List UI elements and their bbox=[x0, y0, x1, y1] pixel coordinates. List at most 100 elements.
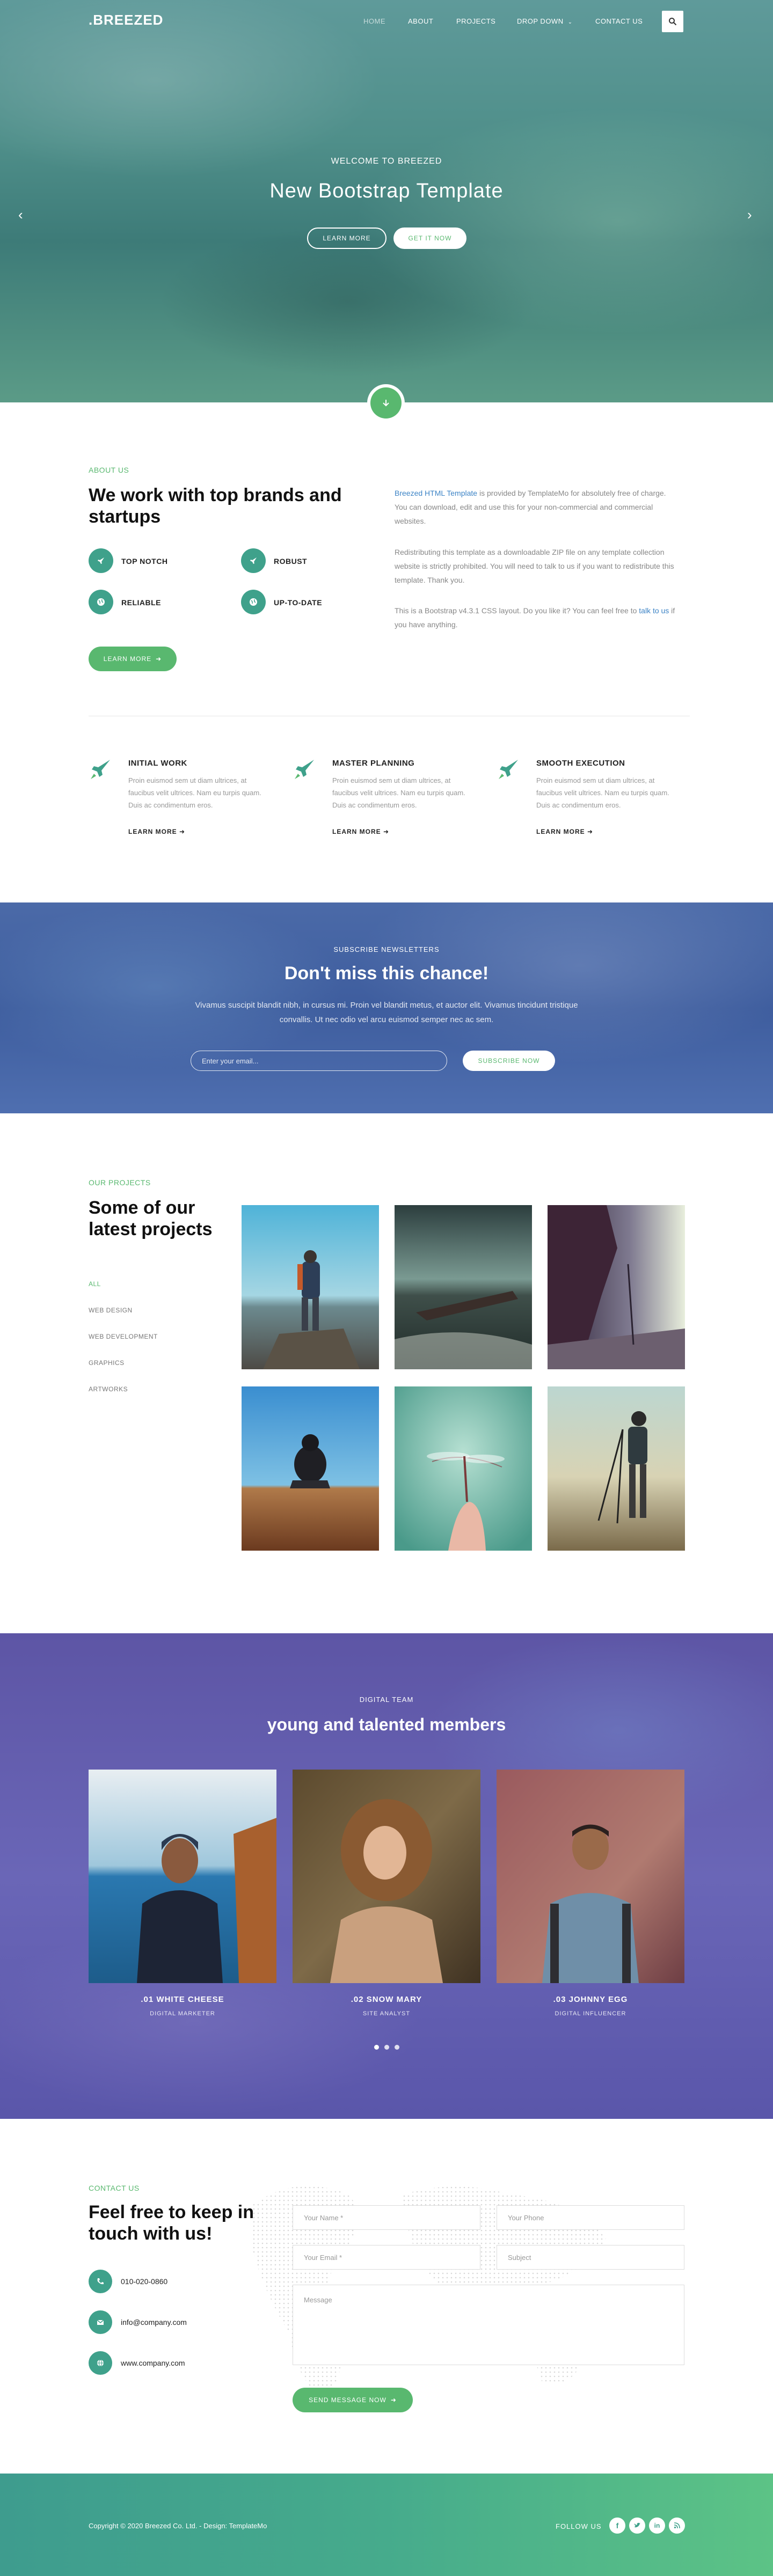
twitter-button[interactable] bbox=[629, 2518, 645, 2534]
service-learn-more-initial[interactable]: LEARN MORE ➜ bbox=[128, 828, 185, 835]
copyright-text: Copyright © 2020 Breezed Co. Ltd. - Desi… bbox=[89, 2522, 267, 2530]
hero-learn-more-button[interactable]: LEARN MORE bbox=[307, 227, 386, 249]
service-text-execution: Proin euismod sem ut diam ultrices, at f… bbox=[536, 776, 669, 809]
send-message-label: SEND MESSAGE NOW bbox=[309, 2396, 386, 2404]
service-text-initial: Proin euismod sem ut diam ultrices, at f… bbox=[128, 776, 261, 809]
nav-home[interactable]: HOME bbox=[363, 17, 385, 25]
site-logo[interactable]: .BREEZED bbox=[89, 12, 163, 28]
member-photo-johnny-egg bbox=[497, 1770, 684, 1983]
carousel-dot-3[interactable] bbox=[395, 2045, 399, 2050]
newsletter-email-input[interactable]: Enter your email... bbox=[191, 1051, 447, 1071]
member-role-3: DIGITAL INFLUENCER bbox=[555, 2010, 626, 2017]
facebook-icon: f bbox=[616, 2521, 619, 2530]
arrow-right-icon: ➜ bbox=[390, 2396, 397, 2404]
rocket-icon bbox=[98, 557, 104, 564]
nav-contact[interactable]: CONTACT US bbox=[595, 17, 643, 25]
contact-label: CONTACT US bbox=[89, 2184, 140, 2192]
arrow-right-icon: ➜ bbox=[179, 828, 186, 835]
nav-dropdown[interactable]: DROP DOWN ⌄ bbox=[517, 17, 573, 25]
project-image-5[interactable] bbox=[395, 1386, 532, 1551]
member-role-2: SITE ANALYST bbox=[362, 2010, 411, 2017]
rocket-icon bbox=[250, 557, 257, 564]
feature-icon-top-notch bbox=[89, 548, 113, 573]
filter-graphics[interactable]: GRAPHICS bbox=[89, 1359, 125, 1367]
slider-prev-icon[interactable]: ‹ bbox=[18, 207, 23, 223]
feature-icon-up-to-date bbox=[241, 590, 266, 614]
member-photo-white-cheese bbox=[89, 1770, 276, 1983]
member-photo-3 bbox=[497, 1770, 684, 1983]
member-name-3: .03 JOHNNY EGG bbox=[553, 1995, 628, 2004]
name-input[interactable]: Your Name * bbox=[293, 2205, 480, 2230]
service-title-initial: INITIAL WORK bbox=[128, 759, 187, 768]
rss-button[interactable] bbox=[669, 2518, 685, 2534]
service-title-planning: MASTER PLANNING bbox=[332, 759, 415, 768]
nav-projects[interactable]: PROJECTS bbox=[456, 17, 495, 25]
project-image-4[interactable] bbox=[242, 1386, 379, 1551]
project-photo-sitting bbox=[242, 1386, 379, 1551]
member-name-2: .02 SNOW MARY bbox=[351, 1995, 422, 2004]
subscribe-button[interactable]: SUBSCRIBE NOW bbox=[463, 1051, 555, 1071]
service-learn-more-execution[interactable]: LEARN MORE ➜ bbox=[536, 828, 593, 835]
contact-phone[interactable]: 010-020-0860 bbox=[121, 2277, 167, 2286]
arrow-down-icon bbox=[383, 400, 389, 407]
about-learn-more-button[interactable]: LEARN MORE ➜ bbox=[89, 647, 177, 671]
arrow-right-icon: ➜ bbox=[383, 828, 390, 835]
send-message-button[interactable]: SEND MESSAGE NOW ➜ bbox=[293, 2388, 413, 2412]
carousel-dot-2[interactable] bbox=[384, 2045, 389, 2050]
search-button[interactable] bbox=[662, 11, 683, 32]
template-link[interactable]: Breezed HTML Template bbox=[395, 489, 477, 497]
carousel-dot-1[interactable] bbox=[374, 2045, 379, 2050]
project-photo-boat bbox=[395, 1205, 532, 1369]
hero-subtitle: WELCOME TO BREEZED bbox=[331, 157, 442, 166]
slider-next-icon[interactable]: › bbox=[747, 207, 752, 223]
project-image-2[interactable] bbox=[395, 1205, 532, 1369]
project-photo-photographer bbox=[548, 1386, 685, 1551]
filter-all[interactable]: ALL bbox=[89, 1280, 101, 1288]
about-paragraph-2: Redistributing this template as a downlo… bbox=[395, 548, 674, 584]
rocket-icon bbox=[295, 760, 314, 779]
scroll-down-button[interactable] bbox=[370, 387, 402, 419]
project-image-3[interactable] bbox=[548, 1205, 685, 1369]
member-name-1: .01 WHITE CHEESE bbox=[141, 1995, 224, 2004]
arrow-right-icon: ➜ bbox=[587, 828, 594, 835]
service-link-label: LEARN MORE bbox=[128, 828, 177, 835]
filter-artworks[interactable]: ARTWORKS bbox=[89, 1385, 128, 1393]
phone-input[interactable]: Your Phone bbox=[497, 2205, 684, 2230]
nav-about[interactable]: ABOUT bbox=[408, 17, 433, 25]
about-title: We work with top brands and startups bbox=[89, 485, 342, 527]
facebook-button[interactable]: f bbox=[609, 2518, 625, 2534]
member-photo-1 bbox=[89, 1770, 276, 1983]
rocket-icon bbox=[91, 760, 110, 779]
follow-us-label: FOLLOW US bbox=[556, 2522, 602, 2530]
linkedin-button[interactable]: in bbox=[649, 2518, 665, 2534]
rss-icon bbox=[674, 2522, 680, 2529]
project-image-1[interactable] bbox=[242, 1205, 379, 1369]
filter-web-development[interactable]: WEB DEVELOPMENT bbox=[89, 1333, 158, 1340]
service-link-label: LEARN MORE bbox=[536, 828, 585, 835]
contact-email-icon-wrap bbox=[89, 2310, 112, 2334]
globe-icon bbox=[250, 598, 257, 606]
talk-to-us-link[interactable]: talk to us bbox=[639, 606, 669, 615]
contact-email[interactable]: info@company.com bbox=[121, 2318, 187, 2327]
projects-title: Some of our latest projects bbox=[89, 1198, 213, 1239]
chevron-down-icon: ⌄ bbox=[567, 19, 573, 25]
service-title-execution: SMOOTH EXECUTION bbox=[536, 759, 625, 768]
subscribe-text: Vivamus suscipit blandit nibh, in cursus… bbox=[195, 1001, 578, 1024]
filter-web-design[interactable]: WEB DESIGN bbox=[89, 1307, 133, 1314]
globe-icon bbox=[97, 598, 105, 606]
contact-website[interactable]: www.company.com bbox=[121, 2359, 185, 2367]
subject-input[interactable]: Subject bbox=[497, 2245, 684, 2270]
message-textarea[interactable]: Message bbox=[293, 2285, 684, 2365]
project-image-6[interactable] bbox=[548, 1386, 685, 1551]
service-learn-more-planning[interactable]: LEARN MORE ➜ bbox=[332, 828, 389, 835]
envelope-icon bbox=[97, 2320, 104, 2325]
phone-icon bbox=[97, 2278, 104, 2285]
hero-title: New Bootstrap Template bbox=[269, 180, 504, 202]
email-input[interactable]: Your Email * bbox=[293, 2245, 480, 2270]
service-icon-execution bbox=[497, 758, 520, 784]
hero-get-it-now-button[interactable]: GET IT NOW bbox=[393, 227, 466, 249]
project-photo-hiker bbox=[242, 1205, 379, 1369]
contact-web-icon-wrap bbox=[89, 2351, 112, 2375]
linkedin-icon: in bbox=[654, 2522, 660, 2529]
member-photo-snow-mary bbox=[293, 1770, 480, 1983]
